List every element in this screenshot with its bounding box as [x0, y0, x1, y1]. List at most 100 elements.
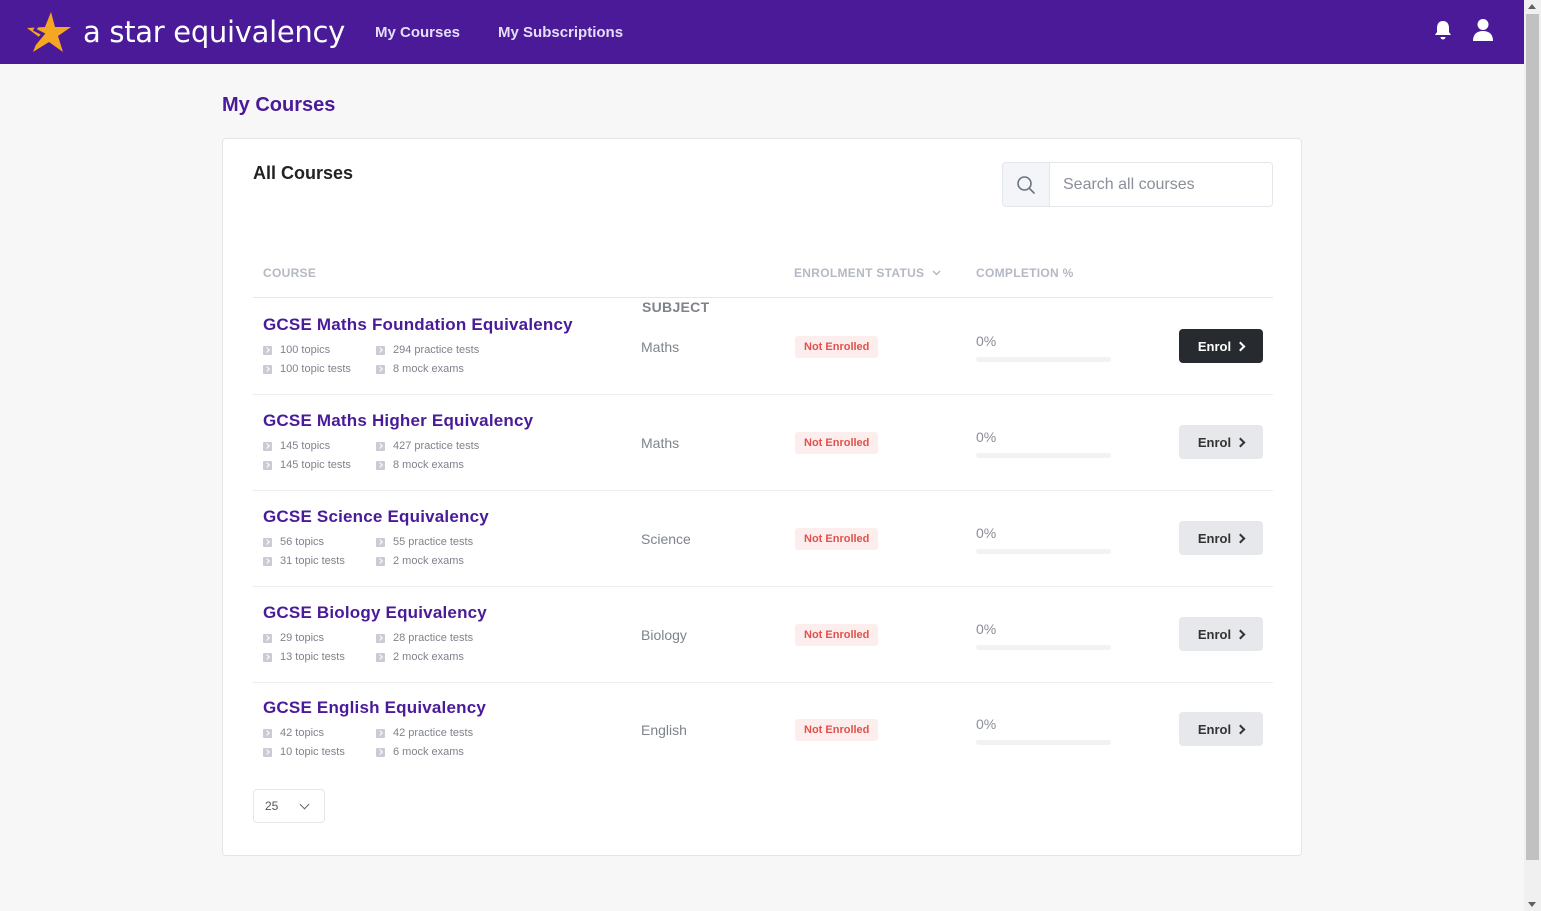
completion-percent: 0%: [976, 429, 997, 445]
meta-practice-text: 427 practice tests: [393, 440, 480, 452]
top-navbar: a star equivalency My Courses My Subscri…: [0, 0, 1524, 64]
arrow-bullet-icon: [376, 441, 385, 451]
arrow-bullet-icon: [263, 747, 272, 757]
scroll-thumb[interactable]: [1526, 14, 1539, 860]
arrow-bullet-icon: [263, 633, 272, 643]
subject-cell: Maths: [641, 435, 680, 451]
meta-practice: 55 practice tests: [376, 536, 473, 548]
scroll-up-arrow[interactable]: [1528, 4, 1536, 9]
enrol-button-label: Enrol: [1197, 434, 1232, 450]
completion-bar: [976, 645, 1111, 650]
scroll-down-arrow[interactable]: [1528, 902, 1536, 907]
meta-mock-exams: 8 mock exams: [376, 363, 464, 375]
subject-cell: Science: [641, 531, 691, 547]
course-title-link[interactable]: GCSE Biology Equivalency: [263, 603, 487, 623]
meta-practice-text: 55 practice tests: [393, 536, 474, 548]
completion-bar: [976, 549, 1111, 554]
chevron-right-icon: [1235, 629, 1246, 639]
arrow-bullet-icon: [376, 460, 385, 470]
page-size-select[interactable]: 25: [253, 789, 325, 823]
meta-topics: 29 topics: [263, 632, 324, 644]
meta-topics: 145 topics: [263, 440, 330, 452]
meta-topic-tests-text: 100 topic tests: [280, 363, 351, 375]
arrow-bullet-icon: [376, 633, 385, 643]
enrol-button[interactable]: Enrol: [1179, 617, 1263, 651]
completion-bar: [976, 453, 1111, 458]
header-completion: COMPLETION %: [976, 266, 1074, 280]
meta-mock-exams-text: 8 mock exams: [393, 459, 464, 471]
meta-mock-exams: 2 mock exams: [376, 555, 464, 567]
meta-topics-text: 56 topics: [280, 536, 325, 548]
header-enrolment-status[interactable]: ENROLMENT STATUS: [794, 266, 941, 280]
card-title: All Courses: [253, 163, 354, 183]
status-badge: Not Enrolled: [795, 528, 879, 550]
enrol-button[interactable]: Enrol: [1179, 712, 1263, 746]
bell-icon[interactable]: [1434, 20, 1452, 40]
meta-practice: 28 practice tests: [376, 632, 473, 644]
table-row: GCSE Biology Equivalency 29 topics 28 pr…: [253, 587, 1273, 683]
page-scrollbar[interactable]: [1524, 0, 1541, 911]
completion-percent: 0%: [976, 716, 997, 732]
meta-practice: 294 practice tests: [376, 344, 479, 356]
enrol-button[interactable]: Enrol: [1179, 521, 1263, 555]
meta-topics: 100 topics: [263, 344, 330, 356]
status-badge: Not Enrolled: [795, 719, 879, 741]
course-title-link[interactable]: GCSE English Equivalency: [263, 698, 486, 718]
search-box: [1002, 162, 1273, 207]
meta-topic-tests-text: 145 topic tests: [280, 459, 351, 471]
search-input[interactable]: [1050, 163, 1272, 206]
arrow-bullet-icon: [263, 460, 272, 470]
meta-practice: 427 practice tests: [376, 440, 479, 452]
user-icon[interactable]: [1472, 18, 1494, 42]
courses-card: All Courses COURSE SUBJECT ENROLMENT STA…: [222, 138, 1302, 856]
arrow-bullet-icon: [376, 652, 385, 662]
meta-topics-text: 145 topics: [280, 440, 331, 452]
chevron-down-icon: [299, 799, 310, 810]
meta-topics-text: 100 topics: [280, 344, 331, 356]
completion-percent: 0%: [976, 621, 997, 637]
meta-topics-text: 29 topics: [280, 632, 325, 644]
arrow-bullet-icon: [376, 747, 385, 757]
table-row: GCSE English Equivalency 42 topics 42 pr…: [253, 682, 1273, 778]
arrow-bullet-icon: [263, 345, 272, 355]
chevron-right-icon: [1235, 533, 1246, 543]
enrol-button-label: Enrol: [1197, 530, 1232, 546]
enrol-button-label: Enrol: [1197, 721, 1232, 737]
brand-logo[interactable]: a star equivalency: [25, 10, 345, 54]
completion-bar: [976, 357, 1111, 362]
meta-mock-exams: 2 mock exams: [376, 651, 464, 663]
completion-percent: 0%: [976, 525, 997, 541]
chevron-down-icon: [932, 270, 941, 276]
course-title-link[interactable]: GCSE Maths Foundation Equivalency: [263, 315, 573, 335]
arrow-bullet-icon: [376, 345, 385, 355]
meta-topic-tests: 145 topic tests: [263, 459, 351, 471]
status-badge: Not Enrolled: [795, 432, 879, 454]
meta-mock-exams-text: 8 mock exams: [393, 363, 464, 375]
logo-text: a star equivalency: [83, 15, 345, 49]
completion-percent: 0%: [976, 333, 997, 349]
meta-topic-tests: 31 topic tests: [263, 555, 345, 567]
header-course: COURSE: [263, 266, 317, 280]
meta-topic-tests: 10 topic tests: [263, 746, 345, 758]
enrol-button-label: Enrol: [1197, 338, 1232, 354]
course-title-link[interactable]: GCSE Maths Higher Equivalency: [263, 411, 533, 431]
subject-cell: Biology: [641, 627, 687, 643]
enrol-button[interactable]: Enrol: [1179, 329, 1263, 363]
arrow-bullet-icon: [263, 556, 272, 566]
star-logo-icon: [25, 10, 73, 54]
nav-my-courses[interactable]: My Courses: [375, 24, 460, 41]
search-icon[interactable]: [1003, 163, 1050, 206]
meta-topic-tests-text: 10 topic tests: [280, 746, 345, 758]
meta-topics: 56 topics: [263, 536, 324, 548]
meta-topic-tests: 13 topic tests: [263, 651, 345, 663]
arrow-bullet-icon: [376, 556, 385, 566]
nav-my-subscriptions[interactable]: My Subscriptions: [498, 24, 623, 41]
header-enrolment-status-label: ENROLMENT STATUS: [794, 266, 925, 280]
table-header: COURSE SUBJECT ENROLMENT STATUS COMPLETI…: [253, 259, 1273, 315]
course-title-link[interactable]: GCSE Science Equivalency: [263, 507, 489, 527]
enrol-button[interactable]: Enrol: [1179, 425, 1263, 459]
enrol-button-label: Enrol: [1197, 626, 1232, 642]
meta-practice: 42 practice tests: [376, 727, 473, 739]
meta-practice-text: 42 practice tests: [393, 727, 474, 739]
table-row: GCSE Maths Higher Equivalency 145 topics…: [253, 395, 1273, 491]
